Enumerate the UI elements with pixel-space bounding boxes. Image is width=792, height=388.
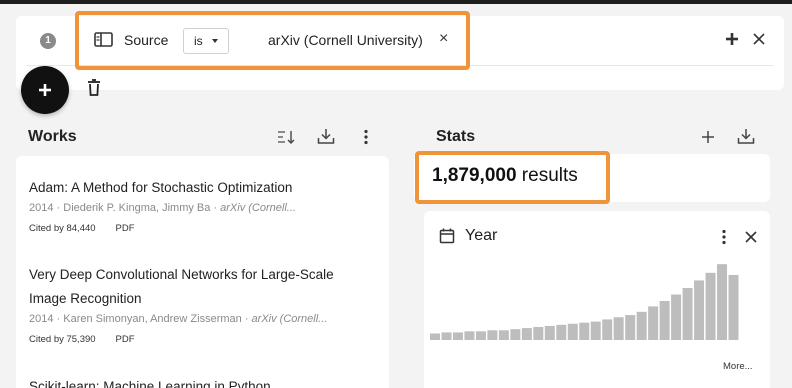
year-bar[interactable] — [613, 317, 624, 340]
year-bar[interactable] — [636, 311, 647, 340]
close-year-card-icon[interactable] — [743, 229, 759, 245]
filter-step-number: 1 — [40, 33, 56, 49]
year-bar[interactable] — [521, 328, 532, 340]
work-item[interactable]: Very Deep Convolutional Networks for Lar… — [29, 263, 334, 345]
works-heading: Works — [28, 128, 77, 145]
year-bar[interactable] — [533, 327, 544, 340]
year-bar[interactable] — [590, 321, 601, 340]
year-histogram — [430, 264, 739, 341]
year-bar[interactable] — [510, 329, 521, 340]
add-filter-fab[interactable] — [21, 66, 69, 114]
plus-icon — [39, 84, 51, 96]
work-title[interactable]: Very Deep Convolutional Networks for Lar… — [29, 263, 334, 311]
work-item[interactable]: Adam: A Method for Stochastic Optimizati… — [29, 176, 296, 234]
year-bar[interactable] — [430, 333, 440, 341]
year-bar[interactable] — [441, 332, 452, 340]
stats-heading: Stats — [436, 128, 476, 145]
year-bar[interactable] — [556, 324, 567, 340]
close-filter-icon[interactable] — [751, 31, 767, 47]
year-bar[interactable] — [464, 331, 475, 340]
top-strip — [0, 0, 792, 4]
add-filter-icon[interactable] — [724, 31, 740, 47]
year-bar[interactable] — [694, 280, 705, 340]
work-citations: Cited by 84,440 PDF — [29, 223, 135, 234]
calendar-icon — [439, 228, 455, 244]
pdf-link[interactable]: PDF — [116, 223, 135, 234]
year-bar[interactable] — [475, 331, 486, 340]
year-bar[interactable] — [648, 306, 659, 340]
work-meta: 2014 · Karen Simonyan, Andrew Zisserman … — [29, 313, 328, 325]
year-bar[interactable] — [671, 294, 682, 341]
works-list: Adam: A Method for Stochastic Optimizati… — [16, 156, 389, 388]
filter-highlight-box — [75, 11, 470, 70]
sort-icon[interactable] — [277, 129, 297, 145]
year-more-vert-icon[interactable] — [720, 229, 728, 245]
year-bar[interactable] — [728, 275, 739, 340]
work-citations: Cited by 75,390 PDF — [29, 334, 135, 345]
year-card-title: Year — [465, 227, 498, 244]
year-bar[interactable] — [705, 272, 716, 340]
year-bar[interactable] — [579, 322, 590, 340]
download-stats-icon[interactable] — [737, 128, 755, 145]
year-bar[interactable] — [682, 288, 693, 340]
trash-icon[interactable] — [86, 79, 102, 97]
work-title[interactable]: Adam: A Method for Stochastic Optimizati… — [29, 176, 296, 200]
works-more-vert-icon[interactable] — [362, 129, 370, 145]
work-meta: 2014 · Diederik P. Kingma, Jimmy Ba · ar… — [29, 202, 296, 214]
year-bar[interactable] — [567, 323, 578, 340]
add-stat-icon[interactable] — [700, 129, 716, 145]
work-title[interactable]: Scikit-learn: Machine Learning in Python — [29, 375, 271, 388]
year-bar[interactable] — [452, 332, 463, 340]
year-more-link[interactable]: More... — [723, 361, 753, 372]
year-bar[interactable] — [487, 330, 498, 340]
download-works-icon[interactable] — [317, 128, 335, 145]
year-bar[interactable] — [602, 319, 613, 340]
year-bar[interactable] — [498, 330, 509, 340]
year-bar[interactable] — [625, 315, 636, 340]
pdf-link[interactable]: PDF — [116, 334, 135, 345]
year-bar[interactable] — [544, 325, 555, 340]
year-bar[interactable] — [717, 264, 728, 340]
work-item[interactable]: Scikit-learn: Machine Learning in Python — [29, 375, 271, 388]
results-highlight-box — [415, 151, 610, 204]
year-bar[interactable] — [659, 301, 670, 340]
